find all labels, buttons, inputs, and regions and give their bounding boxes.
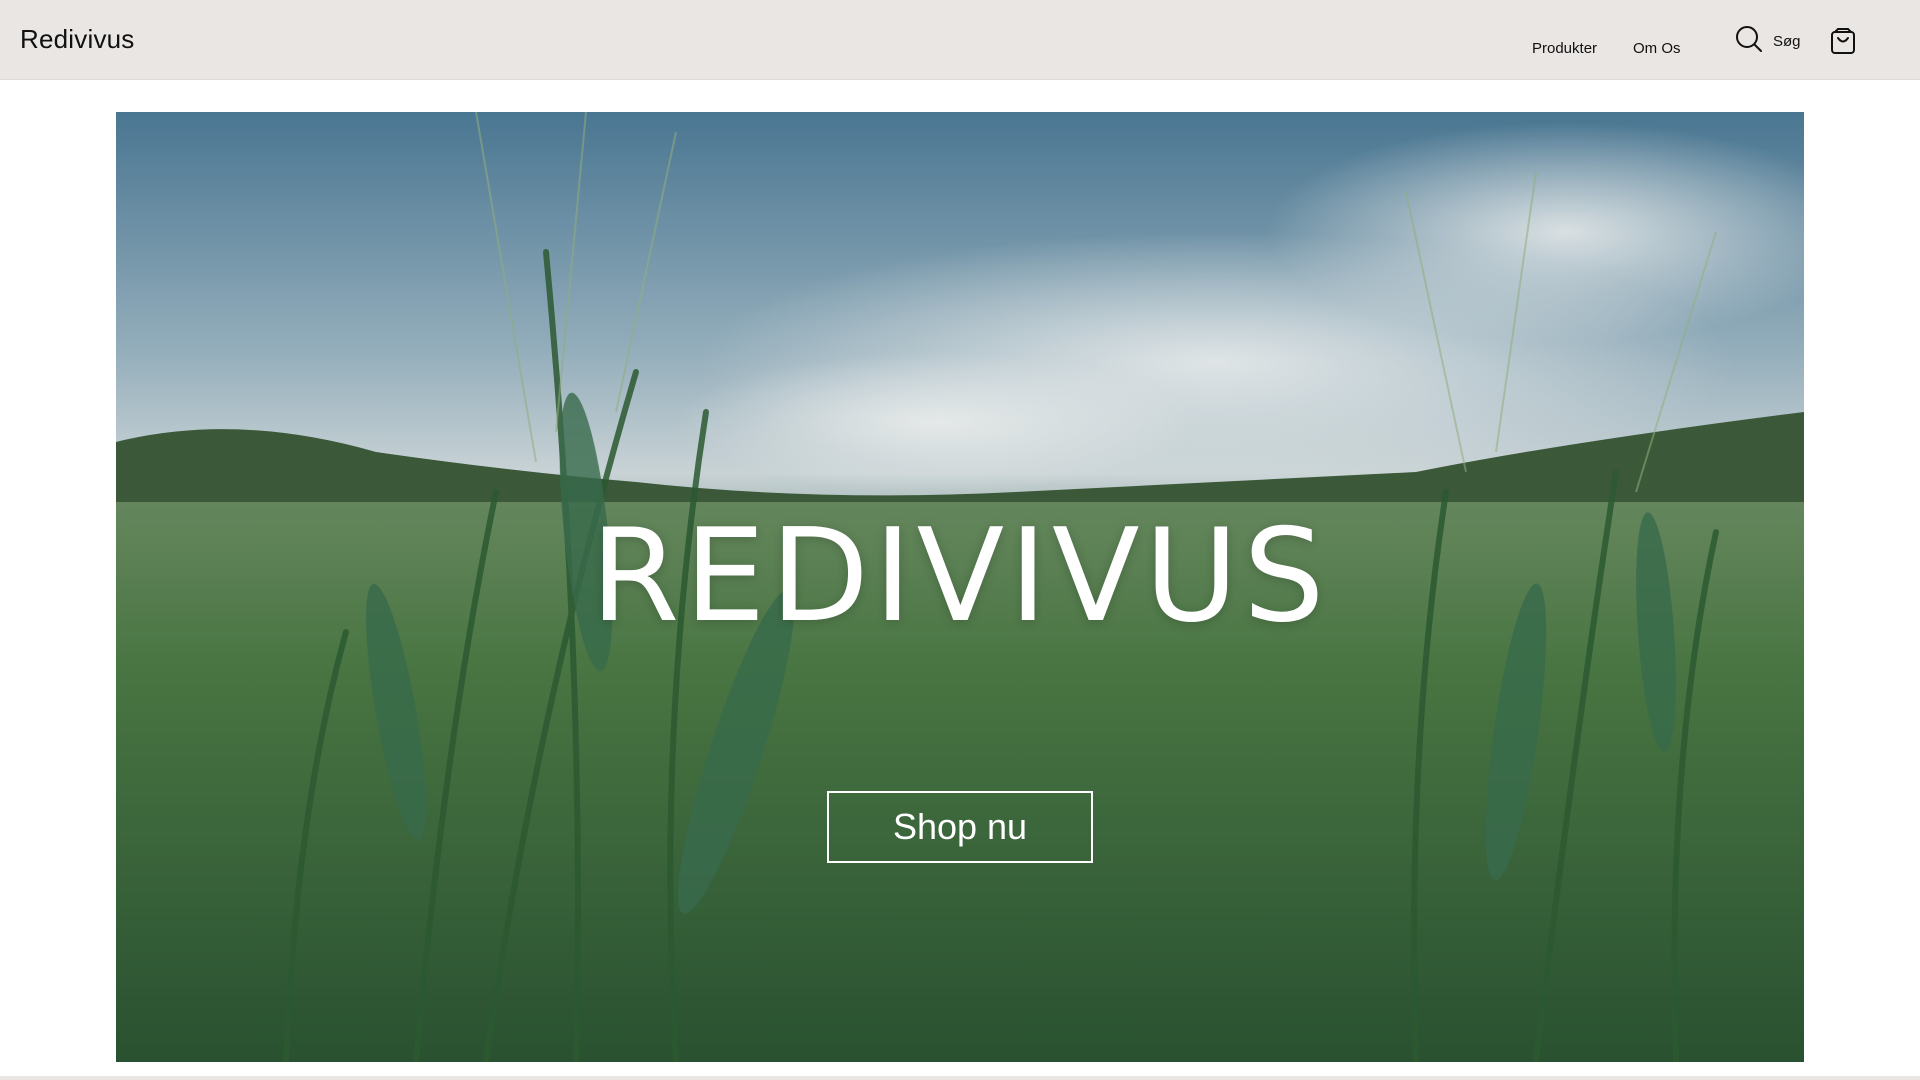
nav-link-om-os[interactable]: Om Os — [1633, 40, 1681, 57]
hero-banner: REDIVIVUS Shop nu — [116, 112, 1804, 1062]
hero-title: REDIVIVUS — [590, 502, 1330, 651]
search-button[interactable]: Søg — [1734, 24, 1801, 59]
page-bottom-divider — [0, 1076, 1920, 1080]
shop-now-button[interactable]: Shop nu — [827, 791, 1093, 863]
nav-link-produkter[interactable]: Produkter — [1532, 40, 1597, 57]
search-label: Søg — [1773, 32, 1801, 50]
brand-logo-link[interactable]: Redivivus — [20, 24, 135, 55]
shopping-bag-icon — [1829, 28, 1857, 60]
top-navigation-bar: Redivivus Produkter Om Os Søg — [0, 0, 1920, 80]
cart-button[interactable] — [1829, 26, 1857, 56]
search-icon — [1734, 24, 1764, 59]
